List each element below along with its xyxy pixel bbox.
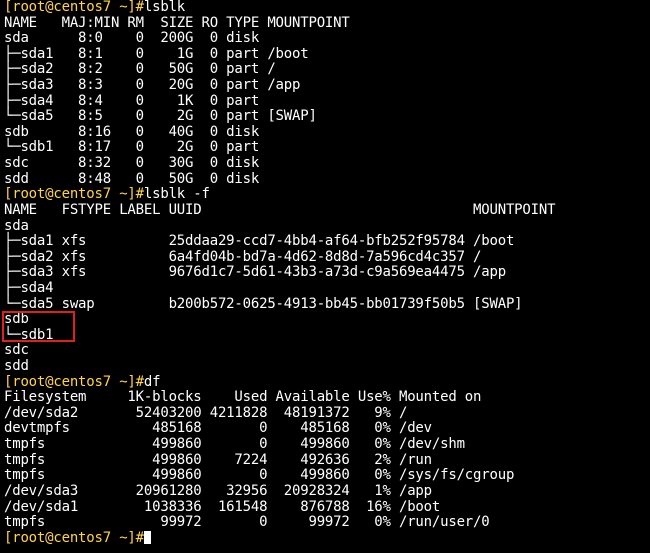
- output-line: devtmpfs 485168 0 485168 0% /dev: [4, 421, 650, 437]
- prompt-line: [root@centos7 ~]#df: [4, 373, 650, 391]
- output-text: ├─sda1 8:1 0 1G 0 part /boot: [4, 45, 309, 62]
- output-line: ├─sda2 8:2 0 50G 0 part /: [4, 62, 650, 78]
- command-text: df: [143, 373, 161, 390]
- output-text: ├─sda3 xfs 9676d1c7-5d61-43b3-a73d-c9a56…: [4, 264, 506, 281]
- shell-prompt: [root@centos7 ~]#: [4, 529, 144, 546]
- output-line: ├─sda4: [4, 279, 650, 297]
- output-line: tmpfs 499860 0 499860 0% /dev/shm: [4, 436, 650, 453]
- output-text: tmpfs 499860 0 499860 0% /sys/fs/cgroup: [4, 467, 515, 484]
- output-text: tmpfs 499860 0 499860 0% /dev/shm: [4, 436, 465, 453]
- output-text: sda 8:0 0 200G 0 disk: [4, 30, 260, 47]
- output-text: tmpfs 499860 7224 492636 2% /run: [4, 451, 432, 468]
- output-line: sdc 8:32 0 30G 0 disk: [4, 155, 650, 172]
- output-line: └─sda5 8:5 0 2G 0 part [SWAP]: [4, 108, 650, 125]
- output-text: ├─sda4: [4, 279, 54, 296]
- output-line: sdd: [4, 358, 650, 375]
- output-text: sdc 8:32 0 30G 0 disk: [4, 155, 260, 172]
- output-text: sdb 8:16 0 40G 0 disk: [4, 123, 260, 140]
- output-line: /dev/sda1 1038336 161548 876788 16% /boo…: [4, 498, 650, 516]
- prompt-line: [root@centos7 ~]#: [4, 529, 650, 547]
- output-line: NAME FSTYPE LABEL UUID MOUNTPOINT: [4, 201, 650, 219]
- output-text: NAME MAJ:MIN RM SIZE RO TYPE MOUNTPOINT: [4, 14, 350, 31]
- output-text: sdd 8:48 0 50G 0 disk: [4, 170, 260, 187]
- prompt-line: [root@centos7 ~]#lsblk -f: [4, 187, 650, 203]
- terminal-output: [root@centos7 ~]#lsblk NAME MAJ:MIN RM SI…: [4, 0, 650, 546]
- output-text: tmpfs 99972 0 99972 0% /run/user/0: [4, 514, 490, 531]
- output-text: /dev/sda1 1038336 161548 876788 16% /boo…: [4, 498, 441, 515]
- sdb-highlight-box: [2, 311, 75, 342]
- output-text: NAME FSTYPE LABEL UUID MOUNTPOINT: [4, 201, 556, 218]
- command-text: lsblk -f: [143, 186, 210, 203]
- output-line: sdc: [4, 343, 650, 359]
- output-text: sda: [4, 217, 29, 234]
- output-text: ├─sda1 xfs 25ddaa29-ccd7-4bb4-af64-bfb25…: [4, 233, 515, 250]
- output-line: ├─sda3 8:3 0 20G 0 part /app: [4, 77, 650, 94]
- output-text: └─sda5 swap b200b572-0625-4913-bb45-bb01…: [4, 295, 523, 312]
- output-text: ├─sda4 8:4 0 1K 0 part: [4, 92, 260, 109]
- output-line: tmpfs 499860 7224 492636 2% /run: [4, 451, 650, 469]
- output-text: sdd: [4, 358, 29, 375]
- output-line: ├─sda3 xfs 9676d1c7-5d61-43b3-a73d-c9a56…: [4, 265, 650, 281]
- output-line: NAME MAJ:MIN RM SIZE RO TYPE MOUNTPOINT: [4, 14, 650, 32]
- output-text: /dev/sda2 52403200 4211828 48191372 9% /: [4, 404, 408, 421]
- terminal-window[interactable]: [root@centos7 ~]#lsblk NAME MAJ:MIN RM SI…: [0, 0, 650, 553]
- output-line: sda 8:0 0 200G 0 disk: [4, 30, 650, 47]
- output-text: Filesystem 1K-blocks Used Available Use%…: [4, 389, 482, 406]
- output-line: ├─sda1 xfs 25ddaa29-ccd7-4bb4-af64-bfb25…: [4, 233, 650, 250]
- shell-prompt: [root@centos7 ~]#: [4, 373, 144, 390]
- output-line: sdd 8:48 0 50G 0 disk: [4, 170, 650, 188]
- shell-prompt: [root@centos7 ~]#: [4, 0, 144, 15]
- output-line: sda: [4, 217, 650, 235]
- output-line: tmpfs 499860 0 499860 0% /sys/fs/cgroup: [4, 467, 650, 484]
- output-text: ├─sda2 xfs 6a4fd04b-bd7a-4d62-8d8d-7a596…: [4, 248, 482, 265]
- shell-prompt: [root@centos7 ~]#: [4, 186, 144, 203]
- output-line: tmpfs 99972 0 99972 0% /run/user/0: [4, 514, 650, 531]
- output-line: ├─sda4 8:4 0 1K 0 part: [4, 92, 650, 110]
- output-line: └─sda5 swap b200b572-0625-4913-bb45-bb01…: [4, 295, 650, 313]
- output-text: devtmpfs 485168 0 485168 0% /dev: [4, 420, 432, 437]
- output-line: Filesystem 1K-blocks Used Available Use%…: [4, 389, 650, 406]
- output-text: └─sdb1 8:17 0 2G 0 part: [4, 139, 260, 156]
- output-text: └─sda5 8:5 0 2G 0 part [SWAP]: [4, 108, 317, 125]
- output-text: ├─sda2 8:2 0 50G 0 part /: [4, 61, 276, 78]
- output-line: /dev/sda3 20961280 32956 20928324 1% /ap…: [4, 482, 650, 500]
- prompt-line: [root@centos7 ~]#lsblk: [4, 0, 650, 16]
- output-text: /dev/sda3 20961280 32956 20928324 1% /ap…: [4, 482, 432, 499]
- output-line: sdb: [4, 311, 650, 328]
- output-line: └─sdb1: [4, 327, 650, 344]
- command-text: lsblk: [143, 0, 186, 15]
- output-line: /dev/sda2 52403200 4211828 48191372 9% /: [4, 404, 650, 422]
- output-text: sdc: [4, 342, 29, 359]
- output-line: └─sdb1 8:17 0 2G 0 part: [4, 140, 650, 156]
- output-text: ├─sda3 8:3 0 20G 0 part /app: [4, 77, 301, 94]
- text-cursor: [143, 530, 151, 544]
